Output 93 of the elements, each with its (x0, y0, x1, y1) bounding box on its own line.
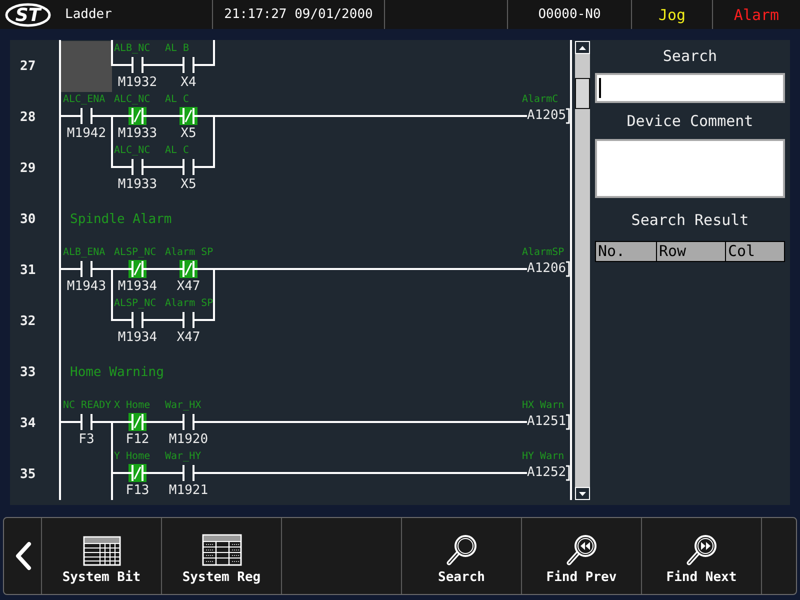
magnifier-fast-forward-icon (686, 534, 718, 566)
contact-comment: Y Home (113, 450, 150, 464)
contact-comment: Alarm SP (164, 297, 214, 311)
coil-address: A1251 (527, 414, 566, 430)
coil-bracket-icon (566, 108, 570, 124)
branch-line (111, 115, 113, 168)
contact-comment: ALB_NC (113, 42, 150, 56)
scroll-down-button[interactable] (575, 487, 590, 500)
rung-comment: Spindle Alarm (70, 212, 172, 228)
contact-comment: ALC_NC (113, 93, 150, 107)
rung-comment: Home Warning (70, 364, 164, 380)
search-icon (446, 534, 478, 566)
caret-down-icon (579, 492, 586, 496)
program-number: O0000-N0 (538, 6, 601, 22)
branch-line (213, 40, 215, 66)
contact-comment: War_HX (164, 399, 202, 413)
coil-comment: HX Warn (522, 399, 564, 413)
column-header: Col (725, 242, 784, 261)
contact-comment: NC READY (62, 399, 112, 413)
coil-comment: AlarmC (522, 93, 558, 107)
alarm-indicator: Alarm (734, 6, 780, 24)
table-icon (202, 534, 242, 566)
coil-bracket-icon (566, 261, 570, 277)
device-address: M1921 (168, 483, 208, 499)
coil-bracket-icon (566, 465, 570, 481)
coil-bracket-icon (566, 414, 570, 430)
device-address: M1943 (66, 279, 106, 295)
row-number: 30 (20, 212, 36, 228)
device-address: X5 (180, 126, 196, 142)
table-grid-icon (82, 536, 120, 566)
contact-comment: AL C (164, 144, 190, 158)
contact-comment: ALC_NC (113, 144, 150, 158)
coil-address: A1252 (527, 465, 566, 481)
column-header: No. (597, 242, 626, 261)
row-number: 29 (20, 160, 36, 176)
magnifier-rewind-icon (566, 534, 598, 566)
branch-line (213, 268, 215, 321)
cursor-highlight (61, 41, 112, 92)
row-number: 35 (20, 466, 36, 482)
coil-comment: AlarmSP (522, 246, 564, 260)
screen-title: Ladder (65, 6, 112, 22)
device-address: F13 (126, 483, 150, 499)
contact-comment: ALSP_NC (113, 297, 156, 311)
branch-line (111, 40, 113, 66)
branch-line (213, 115, 215, 168)
result-title: Search Result (631, 210, 749, 230)
row-number: 28 (20, 110, 36, 126)
contact-comment: AL B (164, 42, 190, 56)
device-address: X5 (180, 177, 196, 193)
device-address: F12 (126, 432, 150, 448)
clock-text: 21:17:27 09/01/2000 (224, 6, 373, 22)
coil-address: A1206 (527, 261, 566, 277)
toolbar-button[interactable]: Find Next (641, 518, 761, 594)
toolbar-button[interactable]: Find Prev (521, 518, 641, 594)
column-header: Row (656, 242, 725, 261)
toolbar-button[interactable]: System Bit (41, 518, 161, 594)
device-address: F3 (78, 432, 94, 448)
contact-comment: ALC_ENA (62, 93, 106, 107)
device-address: X47 (176, 279, 200, 295)
row-number: 31 (20, 262, 36, 278)
device-address: M1932 (118, 75, 158, 91)
row-number: 34 (20, 416, 36, 432)
contact-comment: Alarm SP (164, 246, 214, 260)
toolbar-button[interactable]: System Reg (161, 518, 281, 594)
contact-comment: ALSP_NC (113, 246, 156, 260)
device-address: M1934 (118, 330, 158, 346)
device-address: M1934 (118, 279, 158, 295)
row-number: 27 (20, 58, 36, 74)
scroll-thumb[interactable] (575, 78, 590, 109)
contact-comment: ALB_ENA (62, 246, 106, 260)
contact-comment: X Home (113, 399, 150, 413)
device-address: M1933 (118, 177, 158, 193)
device-address: M1920 (168, 432, 208, 448)
logo: ST (5, 2, 51, 26)
toolbar-button[interactable]: Search (401, 518, 521, 594)
search-title: Search (662, 46, 718, 66)
contact-comment: War_HY (164, 450, 202, 464)
mode-indicator: Jog (658, 6, 686, 24)
caret-up-icon (579, 46, 586, 50)
chevron-left-icon (14, 541, 32, 571)
device-address: X47 (176, 330, 200, 346)
search-field[interactable] (595, 73, 785, 103)
coil-comment: HY Warn (522, 450, 564, 464)
row-number: 33 (20, 364, 36, 380)
device-address: M1933 (118, 126, 158, 142)
device-address: M1942 (66, 126, 106, 142)
row-number: 32 (20, 314, 36, 330)
branch-line (111, 268, 113, 321)
comment-title: Device Comment (626, 111, 754, 131)
contact-comment: AL C (164, 93, 190, 107)
scroll-up-button[interactable] (575, 41, 590, 54)
device-address: X4 (180, 75, 196, 91)
coil-address: A1205 (527, 108, 566, 124)
